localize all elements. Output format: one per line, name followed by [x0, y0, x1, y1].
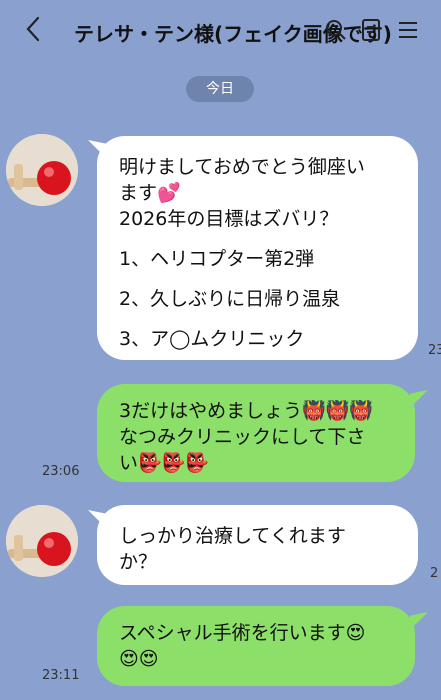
- avatar[interactable]: [6, 505, 78, 577]
- message-text-line: 3、ア◯ムクリニック: [119, 328, 305, 350]
- bubble-tail: [410, 390, 428, 408]
- message-bubble-outgoing[interactable]: スペシャル手術を行います😍 😍😍: [97, 606, 415, 686]
- message-spacer: [119, 312, 396, 326]
- message-bubble-incoming[interactable]: しっかり治療してくれます か？: [97, 505, 418, 585]
- message-text-line: い👺👺👺: [119, 452, 209, 474]
- menu-icon[interactable]: [397, 17, 419, 43]
- message-spacer: [119, 232, 396, 246]
- message-text-line: 2、久しぶりに日帰り温泉: [119, 288, 341, 310]
- message-timestamp: 2: [430, 566, 439, 581]
- message-text-line: か？: [119, 551, 158, 573]
- message-text-line: ます💕: [119, 182, 181, 204]
- message-timestamp: 23: [428, 343, 441, 358]
- message-text-line: 😍😍: [119, 648, 159, 670]
- message-text-line: 3だけはやめましょう👹👹👹: [119, 400, 374, 422]
- message-bubble-outgoing[interactable]: 3だけはやめましょう👹👹👹 なつみクリニックにして下さ い👺👺👺: [97, 384, 415, 482]
- date-separator: 今日: [186, 76, 254, 102]
- note-icon[interactable]: [361, 17, 383, 43]
- header-actions: [325, 17, 419, 43]
- kendama-avatar-image: [6, 134, 78, 206]
- bubble-tail: [410, 612, 428, 630]
- chat-header: テレサ・テン様(フェイク画像です): [0, 0, 441, 60]
- message-spacer: [119, 272, 396, 286]
- message-bubble-incoming[interactable]: 明けましておめでとう御座い ます💕 2026年の目標はズバリ？ 1、ヘリコプター…: [97, 136, 418, 360]
- message-text-line: しっかり治療してくれます: [119, 525, 346, 547]
- message-timestamp: 23:06: [42, 464, 80, 479]
- message-text-line: なつみクリニックにして下さ: [119, 426, 366, 448]
- message-text-line: 明けましておめでとう御座い: [119, 156, 365, 178]
- message-text-line: 1、ヘリコプター第2弾: [119, 248, 315, 270]
- search-icon[interactable]: [325, 17, 347, 43]
- kendama-avatar-image: [6, 505, 78, 577]
- message-timestamp: 23:11: [42, 668, 80, 683]
- chevron-left-icon[interactable]: [22, 14, 46, 44]
- message-text-line: スペシャル手術を行います😍: [119, 622, 366, 644]
- avatar[interactable]: [6, 134, 78, 206]
- message-text-line: 2026年の目標はズバリ？: [119, 208, 339, 230]
